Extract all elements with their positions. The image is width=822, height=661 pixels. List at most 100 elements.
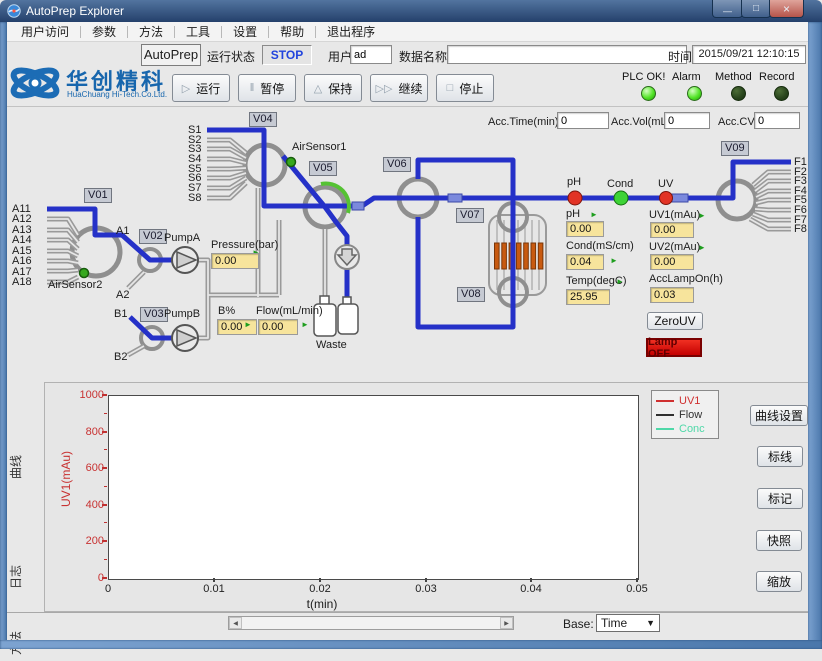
legend-label-flow: Flow <box>679 409 702 421</box>
alarm-led-label: Alarm <box>672 71 701 83</box>
run-button[interactable]: ▷ 运行 <box>172 74 230 102</box>
acc-time-field[interactable] <box>557 112 609 129</box>
chart-horizontal-scrollbar[interactable]: ◀ ▶ <box>228 616 514 630</box>
flow-label: Flow(mL/min) <box>256 305 323 317</box>
resume-button[interactable]: ▷▷ 继续 <box>370 74 428 102</box>
flow-arrow-icon-2: ► <box>301 321 309 329</box>
run-button-label: 运行 <box>196 80 220 97</box>
x-tick-mark <box>636 578 638 582</box>
menu-exit[interactable]: 退出程序 <box>316 21 386 42</box>
flow-readout: 0.00 <box>258 319 298 335</box>
close-button[interactable]: × <box>769 0 804 18</box>
acc-cv-field[interactable] <box>754 112 800 129</box>
ytick-200: 200 <box>70 535 104 547</box>
lamp-off-label: Lamp OFF <box>648 336 700 360</box>
stop-button[interactable]: □ 停止 <box>436 74 494 102</box>
uv1-readout: 0.00 <box>650 222 694 238</box>
acc-vol-field[interactable] <box>664 112 710 129</box>
play-icon: ▷ <box>182 82 190 95</box>
window-border-bottom <box>0 640 822 649</box>
ytick-400: 400 <box>70 499 104 511</box>
dropdown-arrow-icon: ▼ <box>646 618 655 628</box>
acclamp-readout: 0.03 <box>650 287 694 303</box>
scroll-left-icon[interactable]: ◀ <box>229 617 242 629</box>
legend-label-uv1: UV1 <box>679 395 700 407</box>
brand-name-en: HuaChuang Hi-Tech.Co.Ltd. <box>67 90 167 99</box>
y-minor-tick <box>104 413 107 414</box>
snapshot-button[interactable]: 快照 <box>756 530 802 551</box>
window-title: AutoPrep Explorer <box>26 4 124 18</box>
label-waste: Waste <box>316 339 347 351</box>
port-s8: S8 <box>188 192 201 204</box>
legend-label-conc: Conc <box>679 423 705 435</box>
user-input[interactable] <box>350 45 392 64</box>
curve-settings-label: 曲线设置 <box>755 407 803 424</box>
data-name-input[interactable] <box>447 45 687 64</box>
pump-b-icon <box>172 325 198 351</box>
ph-label: pH <box>566 208 580 220</box>
uv1-label: UV1(mAu) <box>649 209 700 221</box>
stop-button-label: 停止 <box>459 80 483 97</box>
valve-label-v08: V08 <box>457 287 485 302</box>
maximize-button[interactable]: □ <box>741 0 771 18</box>
menu-method[interactable]: 方法 <box>128 21 174 42</box>
label-pump-b: PumpB <box>164 308 200 320</box>
menu-parameters[interactable]: 参数 <box>81 21 127 42</box>
curve-settings-button[interactable]: 曲线设置 <box>750 405 808 426</box>
scroll-right-icon[interactable]: ▶ <box>500 617 513 629</box>
zero-uv-button[interactable]: ZeroUV <box>647 312 703 330</box>
hold-button[interactable]: △ 保持 <box>304 74 362 102</box>
menu-help[interactable]: 帮助 <box>269 21 315 42</box>
pressure-readout: 0.00 <box>211 253 259 269</box>
side-tab-log[interactable]: 日志 <box>7 559 21 595</box>
acc-time-label: Acc.Time(min) <box>488 116 558 128</box>
zero-uv-label: ZeroUV <box>654 314 695 328</box>
valve-label-v07: V07 <box>456 208 484 223</box>
legend-row-conc: Conc <box>656 422 714 436</box>
label-a2: A2 <box>116 289 129 301</box>
port-a18: A18 <box>12 276 32 288</box>
side-tab-curve[interactable]: 曲线 <box>7 449 21 485</box>
time-value: 2015/09/21 12:10:15 <box>692 45 806 64</box>
chart-plot-area <box>108 395 639 580</box>
x-tick-mark <box>319 578 321 582</box>
valve-label-v05: V05 <box>309 161 337 176</box>
method-led-label: Method <box>715 71 752 83</box>
pause-button[interactable]: ‖ 暂停 <box>238 74 296 102</box>
method-led <box>731 86 746 101</box>
record-led-label: Record <box>759 71 794 83</box>
window-border-right <box>808 22 822 649</box>
zoom-button[interactable]: 缩放 <box>756 571 802 592</box>
base-dropdown[interactable]: Time ▼ <box>596 614 660 632</box>
y-tick-mark <box>102 394 107 396</box>
minimize-button[interactable]: — <box>712 0 743 18</box>
alarm-led <box>687 86 702 101</box>
menu-tools[interactable]: 工具 <box>175 21 221 42</box>
x-tick-mark <box>425 578 427 582</box>
run-status-value: STOP <box>262 45 312 65</box>
xtick-002: 0.02 <box>300 583 340 595</box>
xtick-004: 0.04 <box>511 583 551 595</box>
ph-arrow-icon: ► <box>590 211 598 219</box>
legend-line-uv1 <box>656 400 674 402</box>
menu-settings[interactable]: 设置 <box>222 21 268 42</box>
cond-readout: 0.04 <box>566 254 604 270</box>
valve-label-v09: V09 <box>721 141 749 156</box>
marker-line-button[interactable]: 标线 <box>757 446 803 467</box>
zoom-label: 缩放 <box>767 573 791 590</box>
valve-label-v04: V04 <box>249 112 277 127</box>
snapshot-label: 快照 <box>767 532 791 549</box>
cond-arrow-icon: ► <box>610 257 618 265</box>
y-tick-mark <box>102 540 107 542</box>
flow-diagram-panel: Acc.Time(min) Acc.Vol(mL) Acc.CV V01 V02… <box>0 108 822 379</box>
pause-button-label: 暂停 <box>260 80 284 97</box>
legend-row-flow: Flow <box>656 408 714 422</box>
menu-user-access[interactable]: 用户访问 <box>10 21 80 42</box>
ytick-800: 800 <box>70 426 104 438</box>
y-tick-mark <box>102 504 107 506</box>
valve-label-v06: V06 <box>383 157 411 172</box>
lamp-off-button[interactable]: Lamp OFF <box>646 338 702 357</box>
pump-a-icon <box>172 247 198 273</box>
acclamp-label: AccLampOn(h) <box>649 273 723 285</box>
mark-button[interactable]: 标记 <box>757 488 803 509</box>
